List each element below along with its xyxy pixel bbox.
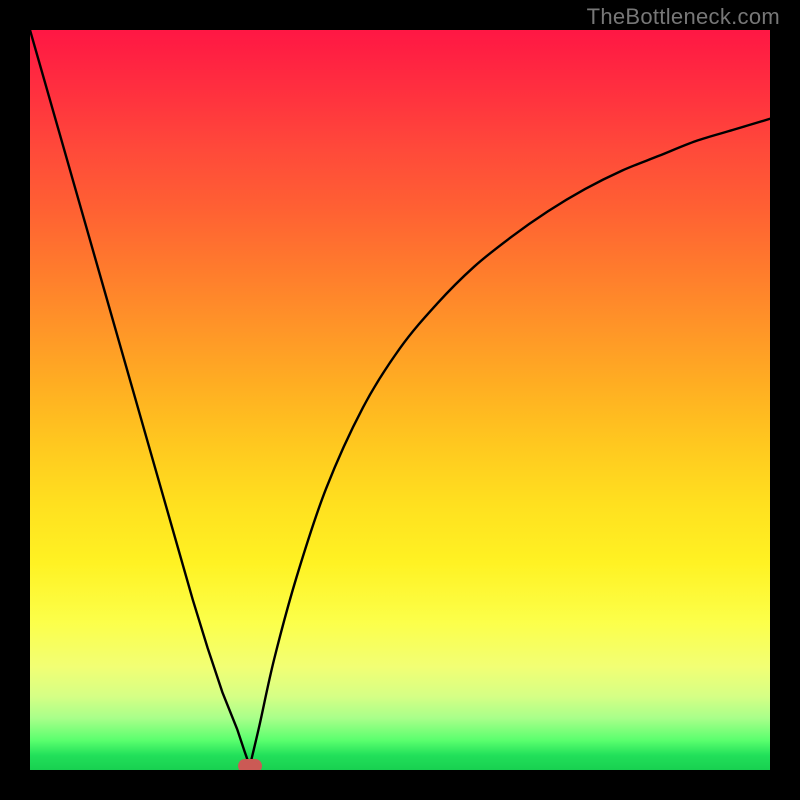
- plot-area: [30, 30, 770, 770]
- curve-svg: [30, 30, 770, 770]
- chart-container: TheBottleneck.com: [0, 0, 800, 800]
- curve-left-branch: [30, 30, 250, 766]
- min-point-marker: [238, 759, 262, 770]
- watermark-text: TheBottleneck.com: [587, 4, 780, 30]
- curve-right-branch: [250, 119, 770, 767]
